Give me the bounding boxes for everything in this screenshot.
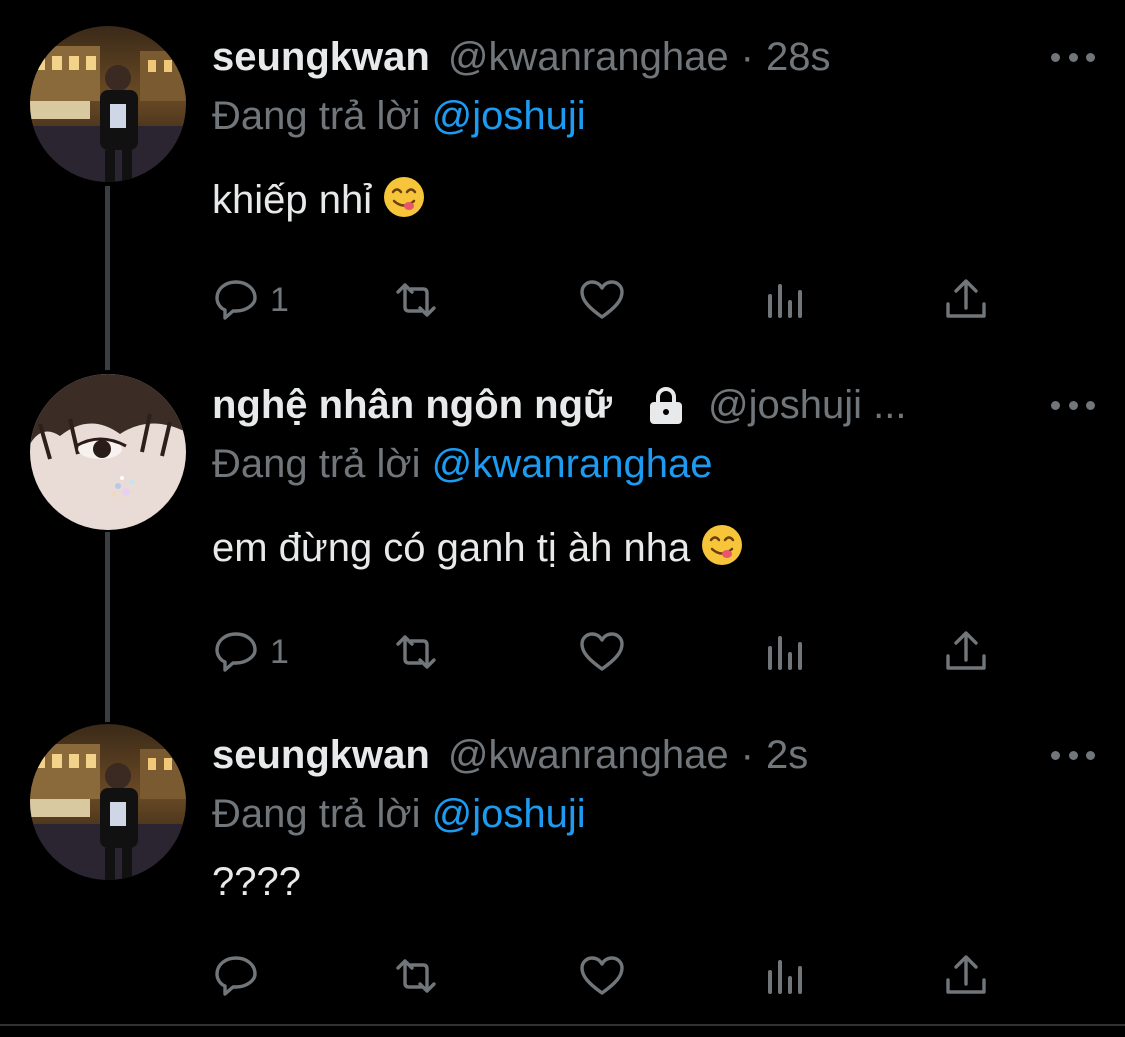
views-button[interactable] xyxy=(762,622,810,682)
face-savoring-food-icon xyxy=(384,177,425,217)
timestamp[interactable]: 2s xyxy=(766,724,808,786)
heart-icon xyxy=(580,956,624,995)
tweet-text-content: ???? xyxy=(212,860,301,904)
tweet-actions: 1 xyxy=(212,270,1012,330)
tweet-text-content: khiếp nhỉ xyxy=(212,178,373,222)
like-button[interactable] xyxy=(578,622,626,682)
reply-button[interactable]: 1 xyxy=(212,270,289,330)
tweet[interactable]: seungkwan @kwanranghae · 2s Đang trả lời… xyxy=(0,724,1125,1024)
share-icon xyxy=(946,279,986,318)
divider xyxy=(0,1024,1125,1026)
display-name[interactable]: seungkwan xyxy=(212,724,430,786)
reply-count: 1 xyxy=(270,280,289,319)
views-icon xyxy=(768,636,802,670)
retweet-button[interactable] xyxy=(392,946,440,1006)
replying-to-label: Đang trả lời xyxy=(212,442,421,486)
username-handle[interactable]: @kwanranghae xyxy=(448,26,729,88)
replying-to: Đang trả lời @joshuji xyxy=(212,88,1095,144)
tweet-content: seungkwan @kwanranghae · 2s Đang trả lời… xyxy=(212,724,1095,910)
like-button[interactable] xyxy=(578,946,626,1006)
mention-link[interactable]: @kwanranghae xyxy=(432,442,713,486)
views-icon xyxy=(768,960,802,994)
tweet[interactable]: nghệ nhân ngôn ngữ @joshuji ... Đang trả… xyxy=(0,374,1125,704)
heart-icon xyxy=(580,632,624,671)
tweet[interactable]: seungkwan @kwanranghae · 28s Đang trả lờ… xyxy=(0,26,1125,356)
tweet-text-content: em đừng có ganh tị àh nha xyxy=(212,526,691,570)
share-icon xyxy=(946,631,986,670)
tweet-header: nghệ nhân ngôn ngữ @joshuji ... xyxy=(212,374,1095,436)
separator-dot: · xyxy=(740,35,754,79)
more-icon[interactable] xyxy=(1051,42,1095,72)
replying-to-label: Đang trả lời xyxy=(212,94,421,138)
reply-button[interactable] xyxy=(212,946,260,1006)
timestamp[interactable]: 28s xyxy=(766,26,831,88)
tweet-text: em đừng có ganh tị àh nha xyxy=(212,520,1095,576)
tweet-content: nghệ nhân ngôn ngữ @joshuji ... Đang trả… xyxy=(212,374,1095,576)
share-button[interactable] xyxy=(942,946,990,1006)
reply-icon xyxy=(215,632,257,672)
lock-icon xyxy=(650,387,682,424)
separator-dot: · xyxy=(740,733,754,777)
share-icon xyxy=(946,955,986,994)
retweet-button[interactable] xyxy=(392,622,440,682)
reply-count: 1 xyxy=(270,632,289,671)
retweet-button[interactable] xyxy=(392,270,440,330)
reply-icon xyxy=(215,956,257,996)
replying-to-label: Đang trả lời xyxy=(212,792,421,836)
more-icon[interactable] xyxy=(1051,390,1095,420)
share-button[interactable] xyxy=(942,270,990,330)
views-button[interactable] xyxy=(762,946,810,1006)
retweet-icon xyxy=(396,959,436,993)
avatar[interactable] xyxy=(30,374,186,530)
username-handle[interactable]: @kwanranghae xyxy=(448,724,729,786)
replying-to: Đang trả lời @joshuji xyxy=(212,786,1095,842)
like-button[interactable] xyxy=(578,270,626,330)
views-icon xyxy=(768,284,802,318)
replying-to: Đang trả lời @kwanranghae xyxy=(212,436,1095,492)
more-icon[interactable] xyxy=(1051,740,1095,770)
heart-icon xyxy=(580,280,624,319)
tweet-header: seungkwan @kwanranghae · 2s xyxy=(212,724,1095,786)
mention-link[interactable]: @joshuji xyxy=(432,94,586,138)
views-button[interactable] xyxy=(762,270,810,330)
avatar[interactable] xyxy=(30,26,186,182)
tweet-text: ???? xyxy=(212,854,1095,910)
retweet-icon xyxy=(396,283,436,317)
tweet-content: seungkwan @kwanranghae · 28s Đang trả lờ… xyxy=(212,26,1095,228)
tweet-text: khiếp nhỉ xyxy=(212,172,1095,228)
retweet-icon xyxy=(396,635,436,669)
reply-icon xyxy=(215,280,257,320)
tweet-actions xyxy=(212,946,1012,1006)
mention-link[interactable]: @joshuji xyxy=(432,792,586,836)
display-name[interactable]: seungkwan xyxy=(212,26,430,88)
tweet-header: seungkwan @kwanranghae · 28s xyxy=(212,26,1095,88)
avatar[interactable] xyxy=(30,724,186,880)
tweet-actions: 1 xyxy=(212,622,1012,682)
reply-button[interactable]: 1 xyxy=(212,622,289,682)
username-handle[interactable]: @joshuji ... xyxy=(708,374,906,436)
display-name[interactable]: nghệ nhân ngôn ngữ xyxy=(212,374,612,436)
face-savoring-food-icon xyxy=(702,525,743,565)
share-button[interactable] xyxy=(942,622,990,682)
